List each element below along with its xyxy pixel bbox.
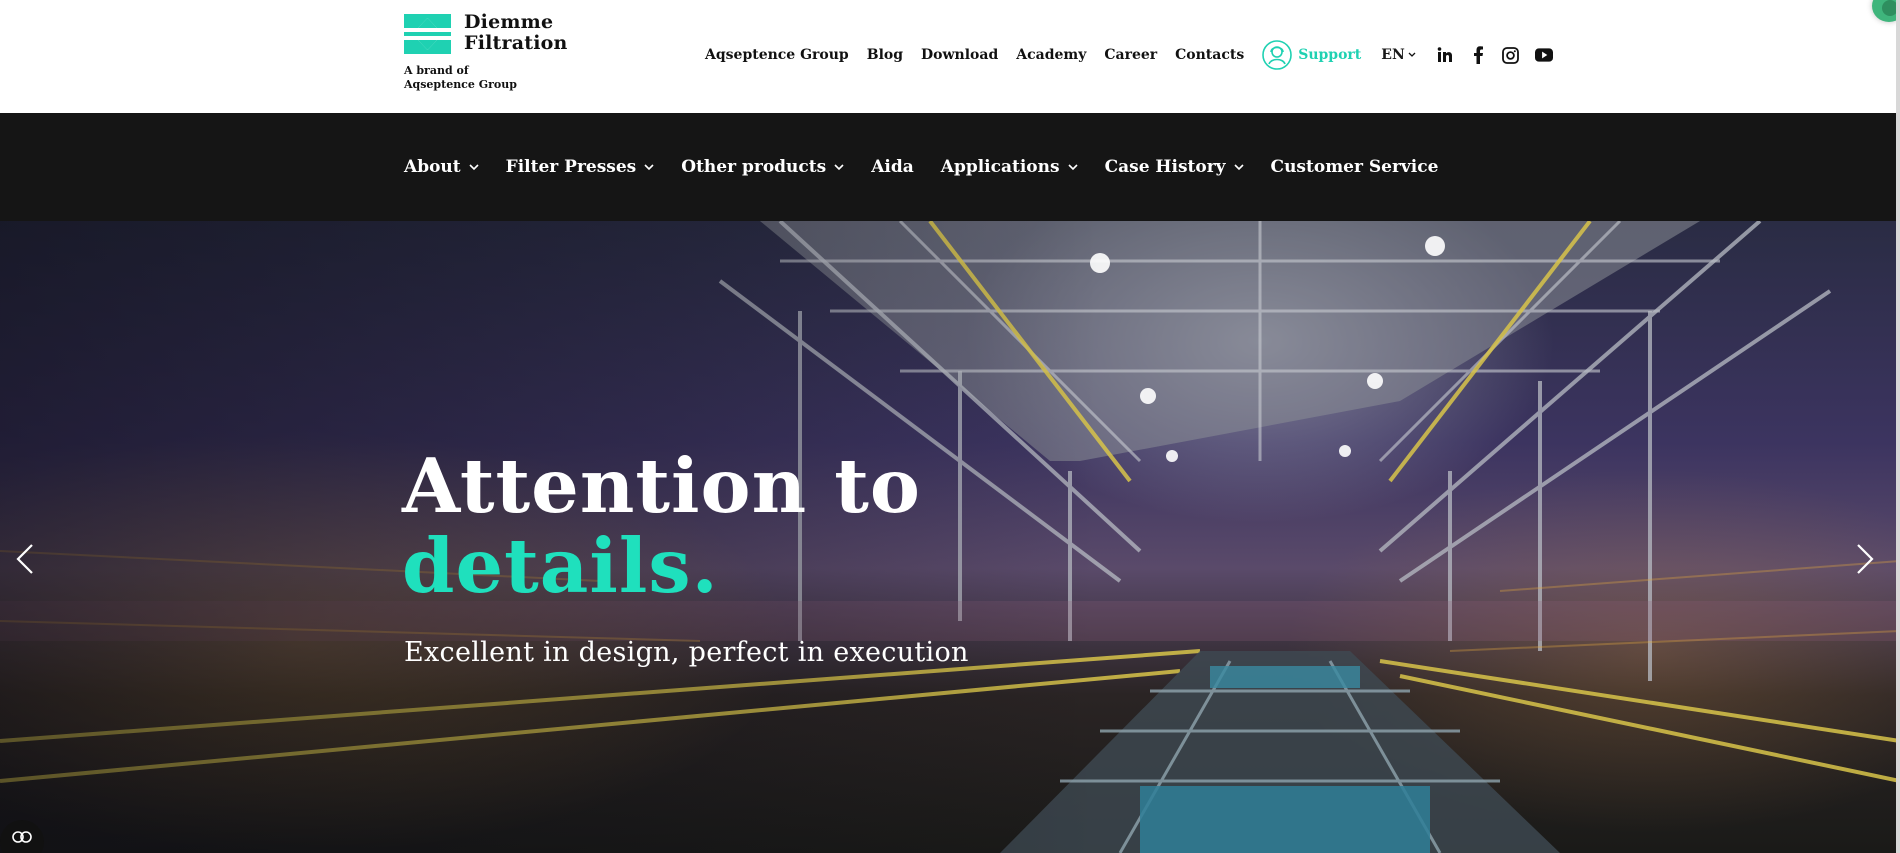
- page-scrollbar[interactable]: [1896, 0, 1900, 853]
- diemme-logo-icon: [404, 14, 451, 54]
- nav-item-applications[interactable]: Applications: [941, 157, 1078, 177]
- social-links: [1436, 46, 1568, 64]
- top-header: Diemme Filtration A brand of Aqseptence …: [0, 0, 1900, 113]
- instagram-icon[interactable]: [1502, 46, 1520, 64]
- chevron-left-icon: [16, 544, 33, 574]
- brand-tagline-line1: A brand of: [404, 64, 469, 77]
- cookie-settings-icon: [12, 831, 32, 843]
- language-label: EN: [1381, 47, 1405, 63]
- nav-item-label: About: [404, 157, 461, 177]
- linkedin-icon[interactable]: [1436, 46, 1454, 64]
- nav-item-label: Applications: [940, 157, 1060, 177]
- youtube-icon[interactable]: [1534, 46, 1553, 64]
- chevron-right-icon: [1857, 544, 1874, 574]
- nav-item-label: Aida: [871, 157, 914, 177]
- nav-item-customer-service[interactable]: Customer Service: [1271, 157, 1439, 177]
- hero-title: Attention to details.: [402, 446, 921, 606]
- util-link-aqseptence-group[interactable]: Aqseptence Group: [705, 47, 849, 63]
- slider-prev-button[interactable]: [10, 539, 40, 579]
- nav-item-about[interactable]: About: [404, 157, 479, 177]
- brand-tagline-line2: Aqseptence Group: [404, 78, 517, 91]
- nav-item-label: Customer Service: [1270, 157, 1439, 177]
- chevron-down-icon: [1408, 52, 1416, 57]
- chevron-down-icon: [644, 163, 654, 170]
- util-link-download[interactable]: Download: [921, 47, 998, 63]
- utility-nav: Aqseptence Group Blog Download Academy C…: [705, 40, 1568, 70]
- main-nav: About Filter Presses Other products Aida…: [0, 113, 1900, 221]
- hero-slider: Attention to details. Excellent in desig…: [0, 221, 1900, 853]
- brand-name-line1: Diemme: [464, 11, 554, 33]
- chevron-down-icon: [1068, 163, 1078, 170]
- hero-subtitle: Excellent in design, perfect in executio…: [404, 637, 969, 668]
- nav-item-aida[interactable]: Aida: [871, 157, 914, 177]
- chevron-down-icon: [1233, 163, 1244, 170]
- brand-tagline: A brand of Aqseptence Group: [404, 64, 534, 92]
- support-agent-icon: [1262, 40, 1293, 70]
- support-label: Support: [1298, 47, 1362, 63]
- facebook-icon[interactable]: [1469, 46, 1487, 64]
- brand-name: Diemme Filtration: [464, 12, 568, 54]
- support-link[interactable]: Support: [1262, 40, 1361, 70]
- chevron-down-icon: [834, 163, 844, 170]
- nav-item-label: Filter Presses: [505, 157, 637, 177]
- hero-title-line1: Attention to: [402, 442, 921, 530]
- util-link-contacts[interactable]: Contacts: [1175, 47, 1244, 63]
- nav-item-label: Other products: [681, 157, 827, 177]
- slider-next-button[interactable]: [1850, 539, 1880, 579]
- brand-name-line2: Filtration: [464, 32, 568, 54]
- chevron-down-icon: [469, 163, 479, 170]
- language-selector[interactable]: EN: [1381, 47, 1416, 63]
- hero-title-accent: details.: [402, 522, 719, 610]
- util-link-academy[interactable]: Academy: [1016, 47, 1086, 63]
- util-link-blog[interactable]: Blog: [867, 47, 903, 63]
- nav-item-case-history[interactable]: Case History: [1105, 157, 1244, 177]
- nav-item-label: Case History: [1104, 157, 1226, 177]
- nav-item-filter-presses[interactable]: Filter Presses: [506, 157, 655, 177]
- nav-item-other-products[interactable]: Other products: [681, 157, 844, 177]
- util-link-career[interactable]: Career: [1104, 47, 1157, 63]
